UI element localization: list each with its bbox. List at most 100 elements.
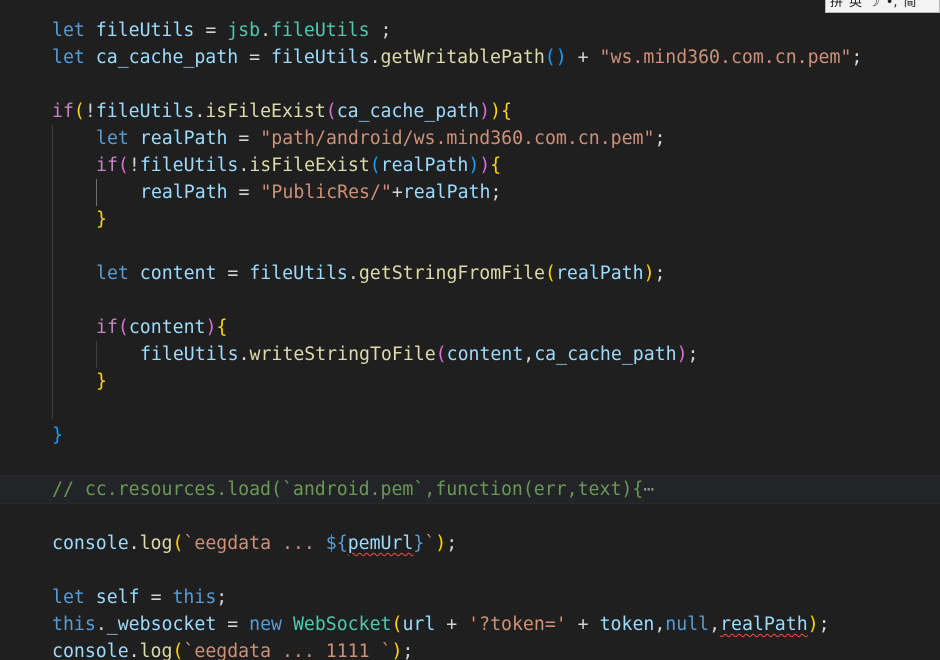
- code-line[interactable]: this._websocket = new WebSocket(url + '?…: [0, 611, 940, 638]
- function-name: isFileExist: [249, 155, 370, 176]
- brace: }: [96, 371, 107, 392]
- code-line-current[interactable]: // cc.resources.load(`android.pem`,funct…: [0, 475, 940, 504]
- code-line[interactable]: if(!fileUtils.isFileExist(ca_cache_path)…: [0, 98, 940, 125]
- ime-simplified-toggle[interactable]: 简: [904, 0, 917, 9]
- function-name: getWritablePath: [380, 47, 545, 68]
- function-name: isFileExist: [205, 101, 326, 122]
- template-string: `eegdata ...: [183, 533, 326, 554]
- dot: .: [95, 614, 107, 635]
- code-line[interactable]: fileUtils.writeStringToFile(content,ca_c…: [0, 341, 940, 368]
- operator: +: [566, 47, 600, 68]
- keyword-let: let: [96, 263, 129, 284]
- var-name: fileUtils: [84, 20, 206, 41]
- paren: ): [468, 155, 480, 176]
- class-name: WebSocket: [292, 614, 392, 635]
- keyword-this: this: [52, 614, 96, 635]
- keyword-new: new: [249, 614, 282, 635]
- operator: +: [566, 614, 600, 635]
- code-editor[interactable]: let fileUtils = jsb.fileUtils ; let ca_c…: [0, 0, 940, 660]
- parens: (): [544, 47, 567, 68]
- object-name: fileUtils: [140, 344, 239, 365]
- ime-pinyin-icon[interactable]: 拼: [830, 0, 843, 9]
- error-argument[interactable]: realPath: [720, 614, 808, 635]
- dot: .: [194, 101, 206, 122]
- keyword-if: if: [96, 155, 118, 176]
- brace: {: [216, 317, 228, 338]
- keyword-let: let: [52, 47, 85, 68]
- paren: ): [807, 614, 819, 635]
- operator: !: [128, 155, 140, 176]
- line-end: ;: [216, 587, 228, 608]
- ime-english-toggle[interactable]: 英: [849, 0, 862, 9]
- operator: =: [205, 20, 217, 41]
- code-line[interactable]: realPath = "PublicRes/"+realPath;: [0, 179, 940, 206]
- line-end: ;: [654, 263, 666, 284]
- dot: .: [369, 47, 381, 68]
- code-line[interactable]: console.log(`eegdata ... 1111 `);: [0, 638, 940, 660]
- var-name: self: [84, 587, 151, 608]
- function-name: log: [139, 641, 173, 660]
- paren: (: [172, 641, 184, 660]
- property-name: fileUtils: [271, 20, 370, 41]
- var-name: realPath: [140, 182, 228, 203]
- interp-close: }: [413, 533, 425, 554]
- comment: // cc.resources.load(`android.pem`,funct…: [52, 479, 644, 500]
- paren: ): [643, 263, 655, 284]
- operator: =: [150, 587, 162, 608]
- paren: (: [172, 533, 184, 554]
- operator: =: [216, 614, 250, 635]
- function-name: writeStringToFile: [249, 344, 436, 365]
- code-line[interactable]: let self = this;: [0, 584, 940, 611]
- keyword-null: null: [665, 614, 710, 635]
- property-name: _websocket: [106, 614, 217, 635]
- ime-toolbar[interactable]: 拼 英 ☽ •, 简: [825, 0, 940, 13]
- operator: =: [227, 182, 261, 203]
- paren: ): [479, 155, 491, 176]
- argument: ca_cache_path: [534, 344, 677, 365]
- code-line[interactable]: console.log(`eegdata ... ${pemUrl}`);: [0, 530, 940, 557]
- object-name: console: [52, 641, 129, 660]
- paren: (: [435, 344, 447, 365]
- code-line[interactable]: let ca_cache_path = fileUtils.getWritabl…: [0, 44, 940, 71]
- error-variable[interactable]: pemUrl: [348, 533, 414, 554]
- code-line[interactable]: }: [0, 368, 940, 395]
- object-name: console: [52, 533, 129, 554]
- operator: +: [391, 182, 403, 203]
- code-line[interactable]: let fileUtils = jsb.fileUtils ;: [0, 17, 940, 44]
- code-line[interactable]: let realPath = "path/android/ws.mind360.…: [0, 125, 940, 152]
- string-literal: "ws.mind360.com.cn.pem": [599, 47, 852, 68]
- line-end: ;: [687, 344, 699, 365]
- paren: ): [490, 101, 501, 122]
- ime-moon-icon[interactable]: ☽: [868, 0, 880, 9]
- operator: =: [227, 263, 239, 284]
- operator: =: [249, 47, 261, 68]
- dot: .: [128, 641, 140, 660]
- ime-punctuation-icon[interactable]: •,: [886, 0, 898, 9]
- object-name: fileUtils: [95, 101, 195, 122]
- argument: token: [599, 614, 655, 635]
- paren: ): [205, 317, 217, 338]
- paren: (: [391, 614, 403, 635]
- line-end: ;: [369, 20, 392, 41]
- line-end: ;: [851, 47, 863, 68]
- code-line[interactable]: }: [0, 206, 940, 233]
- template-string: `: [424, 533, 436, 554]
- object-name: fileUtils: [249, 263, 348, 284]
- code-line[interactable]: if(content){: [0, 314, 940, 341]
- object-name: jsb: [227, 20, 261, 41]
- interp-open: ${: [325, 533, 348, 554]
- line-end: ;: [818, 614, 830, 635]
- var-name: realPath: [128, 128, 239, 149]
- folded-ellipsis-icon[interactable]: ⋯: [643, 479, 654, 500]
- code-line[interactable]: let content = fileUtils.getStringFromFil…: [0, 260, 940, 287]
- code-line[interactable]: if(!fileUtils.isFileExist(realPath)){: [0, 152, 940, 179]
- keyword-if: if: [96, 317, 118, 338]
- code-line[interactable]: }: [0, 422, 940, 449]
- brace: {: [501, 101, 512, 122]
- function-name: log: [139, 533, 173, 554]
